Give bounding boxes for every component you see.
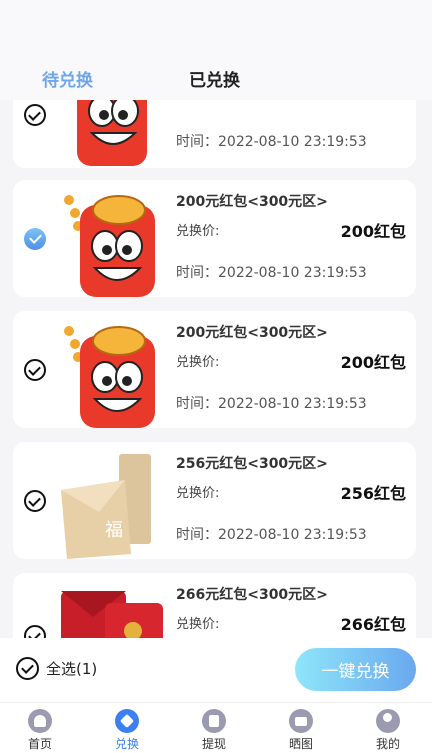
svg-text:福: 福 [105,520,123,541]
list-item[interactable]: 266元红包<300元区> 兑换价: 266红包 [13,573,416,638]
bottom-action-bar: 全选(1) 一键兑换 [0,638,432,702]
exchange-time: 时间：2022-08-10 23:19:53 [176,396,367,412]
tab-pending[interactable]: 待兑换 [42,66,93,91]
item-price: 256红包 [340,484,406,503]
bottom-nav: 首页 兑换 提现 晒图 我的 [0,702,432,753]
nav-label: 首页 [27,737,52,751]
gold-envelope-icon: 福 [61,454,151,559]
exchange-list[interactable]: 时间：2022-08-10 23:19:53 200元红包<300元区> 兑换价… [0,100,432,638]
item-title: 256元红包<300元区> [176,456,328,472]
item-checkbox[interactable] [24,625,46,638]
user-icon [376,709,400,733]
item-price: 200红包 [340,222,406,241]
item-price: 266红包 [340,615,406,634]
item-price: 200红包 [340,353,406,372]
price-label: 兑换价: [176,355,220,370]
nav-label: 晒图 [288,737,313,751]
exchange-time: 时间：2022-08-10 23:19:53 [176,527,367,543]
withdraw-icon [202,709,226,733]
one-click-exchange-button[interactable]: 一键兑换 [295,648,416,691]
red-envelope-mascot-icon [64,326,155,428]
nav-item-home[interactable]: 首页 [10,709,70,752]
nav-item-gallery[interactable]: 晒图 [271,709,331,752]
nav-item-mine[interactable]: 我的 [358,709,418,752]
red-envelope-pack-icon [61,591,163,638]
nav-label: 我的 [375,737,400,751]
exchange-icon [115,709,139,733]
list-item[interactable]: 200元红包<300元区> 兑换价: 200红包 时间：2022-08-10 2… [13,180,416,297]
home-icon [28,709,52,733]
nav-item-withdraw[interactable]: 提现 [184,709,244,752]
item-checkbox[interactable] [24,490,46,512]
exchange-time: 时间：2022-08-10 23:19:53 [176,134,367,150]
list-item[interactable]: 福 256元红包<300元区> 兑换价: 256红包 时间：2022-08-10… [13,442,416,559]
price-label: 兑换价: [176,486,220,501]
select-all-toggle[interactable]: 全选(1) [16,657,97,680]
select-all-checkbox[interactable] [16,657,39,680]
camera-icon [289,709,313,733]
list-item[interactable]: 时间：2022-08-10 23:19:53 [13,100,416,168]
exchange-time: 时间：2022-08-10 23:19:53 [176,265,367,281]
nav-label: 提现 [201,737,226,751]
red-envelope-mascot-icon [64,195,155,297]
item-checkbox[interactable] [24,359,46,381]
list-item[interactable]: 200元红包<300元区> 兑换价: 200红包 时间：2022-08-10 2… [13,311,416,428]
select-all-label: 全选(1) [46,660,98,678]
item-checkbox-checked[interactable] [24,228,46,250]
red-envelope-mascot-icon [77,100,147,166]
price-label: 兑换价: [176,617,220,632]
item-title: 200元红包<300元区> [176,325,328,341]
item-title: 200元红包<300元区> [176,194,328,210]
top-tab-bar: 待兑换 已兑换 [0,0,432,100]
tab-exchanged[interactable]: 已兑换 [189,66,240,91]
nav-item-exchange[interactable]: 兑换 [97,709,157,752]
price-label: 兑换价: [176,224,220,239]
item-title: 266元红包<300元区> [176,587,328,603]
nav-label: 兑换 [114,737,139,751]
item-checkbox[interactable] [24,104,46,126]
